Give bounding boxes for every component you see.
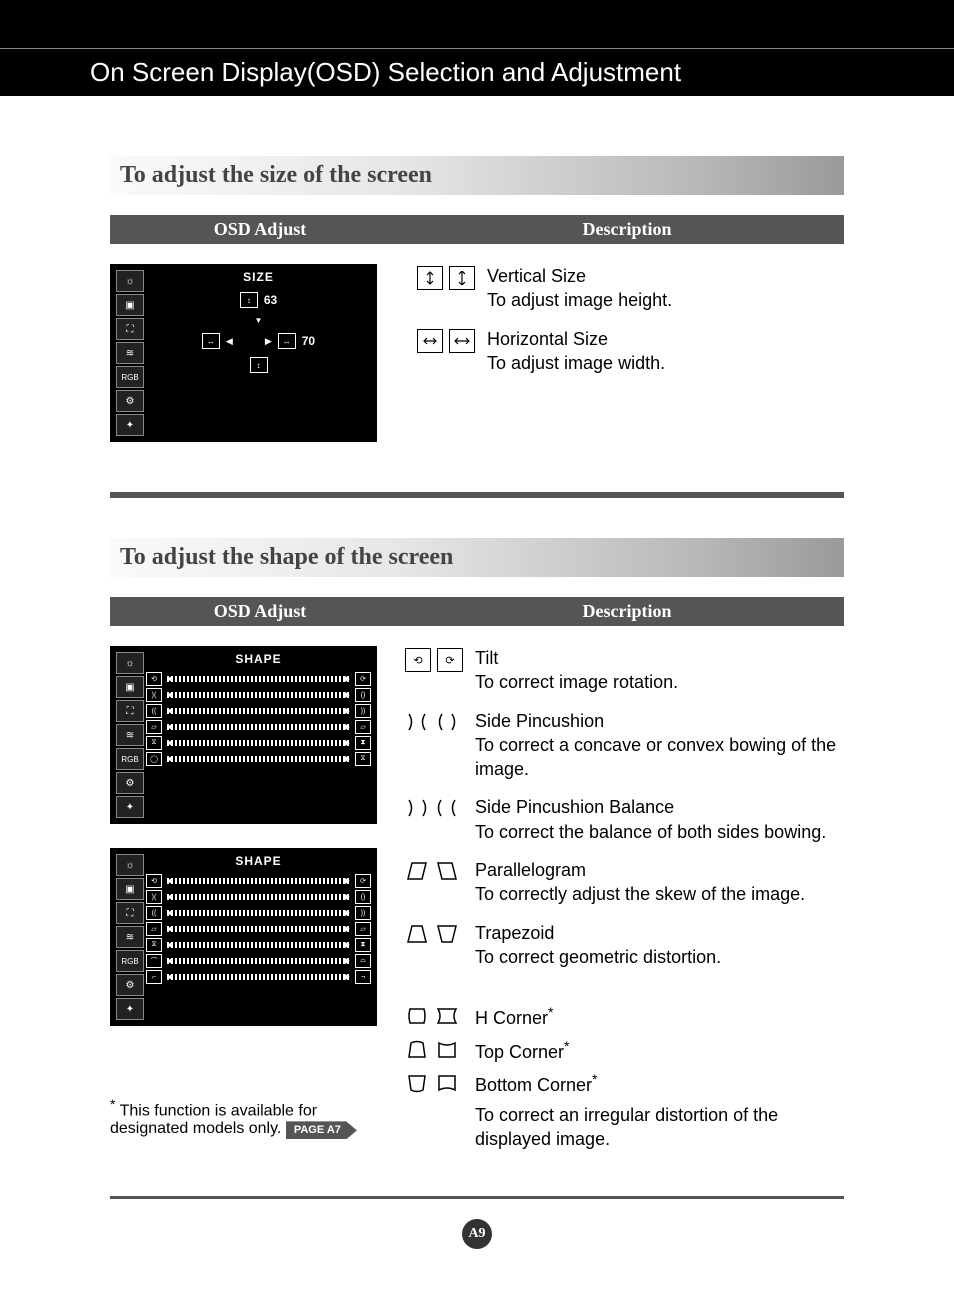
osd-title-shape2: SHAPE bbox=[146, 854, 371, 868]
hcorner-in-icon bbox=[405, 1005, 429, 1027]
parallelogram-left-icon bbox=[405, 860, 429, 882]
v-size-icon: ↕ bbox=[240, 292, 258, 308]
bottomcorner-out-icon bbox=[435, 1072, 459, 1094]
header-bar: On Screen Display(OSD) Selection and Adj… bbox=[0, 0, 954, 96]
pinbal-body: To correct the balance of both sides bow… bbox=[475, 822, 826, 842]
size-icon: ⛶ bbox=[116, 902, 144, 924]
bottom-divider bbox=[110, 1196, 844, 1199]
pincushion-in-icon bbox=[405, 711, 429, 733]
position-icon: ▣ bbox=[116, 294, 144, 316]
special-icon: ✦ bbox=[116, 998, 144, 1020]
topcorner-in-icon bbox=[405, 1039, 429, 1061]
v-expand-icon bbox=[449, 266, 475, 290]
column-osd-adjust-shape: OSD Adjust bbox=[110, 597, 410, 626]
tilt-body: To correct image rotation. bbox=[475, 672, 678, 692]
bottomcorner-title: Bottom Corner bbox=[475, 1075, 592, 1095]
parallelogram-right-icon bbox=[435, 860, 459, 882]
topcorner-title: Top Corner bbox=[475, 1042, 564, 1062]
h-size-title: Horizontal Size bbox=[487, 327, 844, 351]
tilt-ccw-icon: ⟲ bbox=[405, 648, 431, 672]
hcorner-out-icon bbox=[435, 1005, 459, 1027]
column-description: Description bbox=[410, 215, 844, 244]
corner-body: To correct an irregular distortion of th… bbox=[475, 1105, 778, 1149]
h-shrink-icon: ↔ bbox=[202, 333, 220, 349]
osd-title-size: SIZE bbox=[146, 270, 371, 284]
column-description-shape: Description bbox=[410, 597, 844, 626]
footnote: * This function is available for designa… bbox=[110, 1096, 365, 1138]
pinbal-title: Side Pincushion Balance bbox=[475, 795, 844, 819]
shape-icon: ≋ bbox=[116, 342, 144, 364]
trap-body: To correct geometric distortion. bbox=[475, 947, 721, 967]
para-title: Parallelogram bbox=[475, 858, 844, 882]
divider bbox=[110, 492, 844, 498]
tilt-title: Tilt bbox=[475, 646, 844, 670]
bottomcorner-in-icon bbox=[405, 1072, 429, 1094]
trap-title: Trapezoid bbox=[475, 921, 844, 945]
table-header-shape: OSD Adjust Description bbox=[110, 597, 844, 626]
rgb-icon: RGB bbox=[116, 950, 144, 972]
table-header-size: OSD Adjust Description bbox=[110, 215, 844, 244]
topcorner-out-icon bbox=[435, 1039, 459, 1061]
column-osd-adjust: OSD Adjust bbox=[110, 215, 410, 244]
h-expand-icon-desc bbox=[449, 329, 475, 353]
h-expand-icon: ↔ bbox=[278, 333, 296, 349]
trapezoid-narrow-top-icon bbox=[405, 923, 429, 945]
page-ref-link[interactable]: PAGE A7 bbox=[286, 1121, 357, 1139]
setup-icon: ⚙ bbox=[116, 390, 144, 412]
pinbalance-left-icon bbox=[405, 797, 429, 819]
trapezoid-narrow-bottom-icon bbox=[435, 923, 459, 945]
page-number-badge: A9 bbox=[462, 1219, 492, 1249]
pinbalance-right-icon bbox=[435, 797, 459, 819]
shape-icon: ≋ bbox=[116, 926, 144, 948]
h-shrink-icon-desc bbox=[417, 329, 443, 353]
rgb-icon: RGB bbox=[116, 366, 144, 388]
pin-title: Side Pincushion bbox=[475, 709, 844, 733]
v-size-value: 63 bbox=[264, 293, 277, 307]
v-shrink-icon bbox=[417, 266, 443, 290]
brightness-icon: ☼ bbox=[116, 652, 144, 674]
position-icon: ▣ bbox=[116, 676, 144, 698]
section-heading-size: To adjust the size of the screen bbox=[110, 156, 844, 195]
h-size-value: 70 bbox=[302, 334, 315, 348]
v-size-title: Vertical Size bbox=[487, 264, 844, 288]
osd-panel-shape-2: ☼ ▣ ⛶ ≋ RGB ⚙ ✦ SHAPE ⟲⟳ )(() (()) ▱▱ ⧖⧗… bbox=[110, 848, 377, 1026]
rgb-icon: RGB bbox=[116, 748, 144, 770]
v-size-body: To adjust image height. bbox=[487, 290, 672, 310]
size-icon: ⛶ bbox=[116, 700, 144, 722]
pin-body: To correct a concave or convex bowing of… bbox=[475, 735, 836, 779]
h-size-body: To adjust image width. bbox=[487, 353, 665, 373]
special-icon: ✦ bbox=[116, 414, 144, 436]
hcorner-title: H Corner bbox=[475, 1008, 548, 1028]
page-title: On Screen Display(OSD) Selection and Adj… bbox=[0, 48, 954, 96]
brightness-icon: ☼ bbox=[116, 854, 144, 876]
v-size-icon-bottom: ↕ bbox=[250, 357, 268, 373]
osd-panel-size: ☼ ▣ ⛶ ≋ RGB ⚙ ✦ SIZE ↕ 63 ▼ ↔ ◀ ▶ bbox=[110, 264, 377, 442]
position-icon: ▣ bbox=[116, 878, 144, 900]
size-icon: ⛶ bbox=[116, 318, 144, 340]
tilt-cw-icon: ⟳ bbox=[437, 648, 463, 672]
setup-icon: ⚙ bbox=[116, 772, 144, 794]
section-heading-shape: To adjust the shape of the screen bbox=[110, 538, 844, 577]
osd-panel-shape-1: ☼ ▣ ⛶ ≋ RGB ⚙ ✦ SHAPE ⟲⟳ )(() (()) ▱▱ ⧖⧗… bbox=[110, 646, 377, 824]
shape-icon: ≋ bbox=[116, 724, 144, 746]
osd-title-shape1: SHAPE bbox=[146, 652, 371, 666]
brightness-icon: ☼ bbox=[116, 270, 144, 292]
pincushion-out-icon bbox=[435, 711, 459, 733]
setup-icon: ⚙ bbox=[116, 974, 144, 996]
special-icon: ✦ bbox=[116, 796, 144, 818]
para-body: To correctly adjust the skew of the imag… bbox=[475, 884, 805, 904]
